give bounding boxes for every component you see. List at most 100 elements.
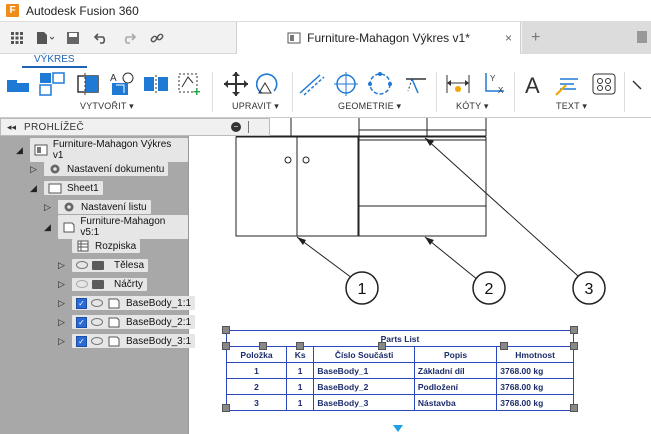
tree-label: Tělesa — [114, 259, 145, 271]
collapsed-arrow-icon[interactable]: ▷ — [58, 298, 68, 309]
table-cell: 1 — [226, 362, 287, 379]
dimension-icon[interactable] — [444, 70, 472, 98]
edge-extension-icon[interactable] — [402, 70, 430, 98]
tree-label: Rozpiska — [95, 240, 137, 252]
detail-view-icon[interactable]: A — [108, 70, 136, 98]
tree-node-sketches[interactable]: ▷ Náčrty — [58, 276, 147, 292]
tab-vykres[interactable]: VÝKRES — [22, 54, 87, 68]
drawing-document-icon — [287, 32, 301, 44]
collapsed-arrow-icon[interactable]: ▷ — [58, 336, 68, 347]
collapse-browser-icon[interactable]: ◂◂ — [7, 122, 16, 133]
center-mark-pattern-icon[interactable] — [366, 70, 394, 98]
visibility-eye-icon[interactable] — [91, 337, 103, 345]
table-grip-handle[interactable] — [570, 342, 578, 350]
break-view-icon[interactable] — [142, 70, 170, 98]
tree-node-root[interactable]: ◢ Furniture-Mahagon Výkres v1 — [16, 138, 188, 162]
table-grip-handle[interactable] — [222, 342, 230, 350]
section-view-icon[interactable] — [74, 70, 102, 98]
svg-text:A: A — [110, 73, 117, 84]
link-icon[interactable] — [146, 27, 168, 49]
tree-node-bodies[interactable]: ▷ Tělesa — [58, 257, 149, 273]
table-grip-handle[interactable] — [222, 404, 230, 412]
tree-node-basebody-2[interactable]: ▷ ✓ BaseBody_2:1 — [58, 314, 196, 330]
box-icon[interactable] — [637, 31, 647, 43]
balloon-1-label: 1 — [358, 281, 367, 298]
group-label-upravit[interactable]: UPRAVIT ▾ — [232, 101, 279, 112]
table-grip-handle[interactable] — [378, 342, 386, 350]
crop-view-icon[interactable]: + — [176, 70, 204, 98]
table-grip-handle[interactable] — [259, 342, 267, 350]
new-tab-icon[interactable]: + — [531, 30, 547, 46]
visibility-eye-icon[interactable] — [91, 318, 103, 326]
parts-list-table[interactable]: Parts List Položka Ks Číslo Součásti Pop… — [226, 330, 574, 411]
tree-node-basebody-3[interactable]: ▷ ✓ BaseBody_3:1 — [58, 333, 196, 349]
browser-separator — [248, 121, 249, 133]
save-icon[interactable] — [62, 27, 84, 49]
tree-label: BaseBody_2:1 — [126, 316, 192, 328]
table-grip-handle[interactable] — [500, 342, 508, 350]
symbol-icon[interactable] — [628, 70, 651, 98]
projected-view-icon[interactable] — [38, 70, 66, 98]
expanded-arrow-icon[interactable]: ◢ — [30, 183, 40, 194]
table-grip-handle[interactable] — [570, 326, 578, 334]
group-label-text[interactable]: TEXT ▾ — [556, 101, 587, 112]
base-view-icon[interactable] — [4, 70, 32, 98]
component-icon — [108, 298, 120, 309]
rotate-icon[interactable] — [256, 70, 284, 98]
tree-node-parts-list[interactable]: Rozpiska — [72, 238, 141, 254]
text-icon[interactable]: A — [520, 70, 548, 98]
close-tab-icon[interactable]: × — [505, 31, 512, 45]
leader-icon[interactable] — [554, 70, 582, 98]
checkbox-checked-icon[interactable]: ✓ — [76, 335, 87, 347]
tree-node-sheet1[interactable]: ◢ Sheet1 — [30, 180, 103, 196]
expanded-arrow-icon[interactable]: ◢ — [16, 145, 26, 156]
collapsed-arrow-icon[interactable]: ▷ — [30, 164, 40, 175]
group-label-koty[interactable]: KÓTY ▾ — [456, 101, 489, 112]
door-knob — [284, 156, 292, 164]
ribbon-separator — [212, 72, 213, 112]
table-title-row: Parts List — [226, 330, 574, 347]
table-row[interactable]: 3 1 BaseBody_3 Nástavba 3768.00 kg — [226, 394, 574, 411]
tree-node-component[interactable]: ◢ Furniture-Mahagon v5:1 — [44, 215, 188, 239]
visibility-eye-icon[interactable] — [76, 261, 88, 269]
component-icon — [108, 317, 120, 328]
ribbon: VÝKRES A + VYTVOŘIT ▾ UPRAVIT ▾ GEOMETRI… — [0, 54, 651, 118]
redo-icon[interactable] — [118, 27, 140, 49]
centerline-icon[interactable] — [298, 70, 326, 98]
visibility-eye-icon[interactable] — [91, 299, 103, 307]
collapsed-arrow-icon[interactable]: ▷ — [58, 260, 68, 271]
undo-icon[interactable] — [90, 27, 112, 49]
grid-menu-icon[interactable] — [6, 27, 28, 49]
balloon-3-label: 3 — [585, 281, 594, 298]
move-icon[interactable] — [222, 70, 250, 98]
center-mark-icon[interactable] — [332, 70, 360, 98]
tree-node-document-settings[interactable]: ▷ Nastavení dokumentu — [30, 161, 169, 177]
tree-node-sheet-settings[interactable]: ▷ Nastavení listu — [44, 199, 151, 215]
table-cell: BaseBody_3 — [313, 394, 415, 411]
checkbox-checked-icon[interactable]: ✓ — [76, 316, 87, 328]
file-menu-icon[interactable] — [34, 27, 56, 49]
table-row[interactable]: 1 1 BaseBody_1 Základní díl 3768.00 kg — [226, 362, 574, 379]
collapsed-arrow-icon[interactable]: ▷ — [44, 202, 54, 213]
surface-texture-icon[interactable] — [590, 70, 618, 98]
table-grip-handle[interactable] — [296, 342, 304, 350]
browser-header: ◂◂ PROHLÍŽEČ − — [0, 118, 270, 136]
parts-list-title: Parts List — [226, 330, 574, 347]
table-cell: BaseBody_2 — [313, 378, 415, 395]
checkbox-checked-icon[interactable]: ✓ — [76, 297, 87, 309]
ordinate-dimension-icon[interactable]: YX — [478, 70, 506, 98]
table-row[interactable]: 2 1 BaseBody_2 Podložení 3768.00 kg — [226, 378, 574, 395]
browser-pin-icon[interactable]: − — [231, 122, 241, 132]
collapsed-arrow-icon[interactable]: ▷ — [58, 317, 68, 328]
svg-text:X: X — [498, 86, 504, 95]
tree-node-basebody-1[interactable]: ▷ ✓ BaseBody_1:1 — [58, 295, 196, 311]
group-label-geometrie[interactable]: GEOMETRIE ▾ — [338, 101, 401, 112]
expanded-arrow-icon[interactable]: ◢ — [44, 222, 54, 233]
document-tab[interactable]: Furniture-Mahagon Výkres v1* × — [236, 22, 521, 54]
hidden-eye-icon[interactable] — [76, 280, 88, 288]
collapsed-arrow-icon[interactable]: ▷ — [58, 279, 68, 290]
cursor-arrow-icon — [393, 425, 403, 432]
table-grip-handle[interactable] — [570, 404, 578, 412]
group-label-vytvorit[interactable]: VYTVOŘIT ▾ — [80, 101, 134, 112]
table-grip-handle[interactable] — [222, 326, 230, 334]
